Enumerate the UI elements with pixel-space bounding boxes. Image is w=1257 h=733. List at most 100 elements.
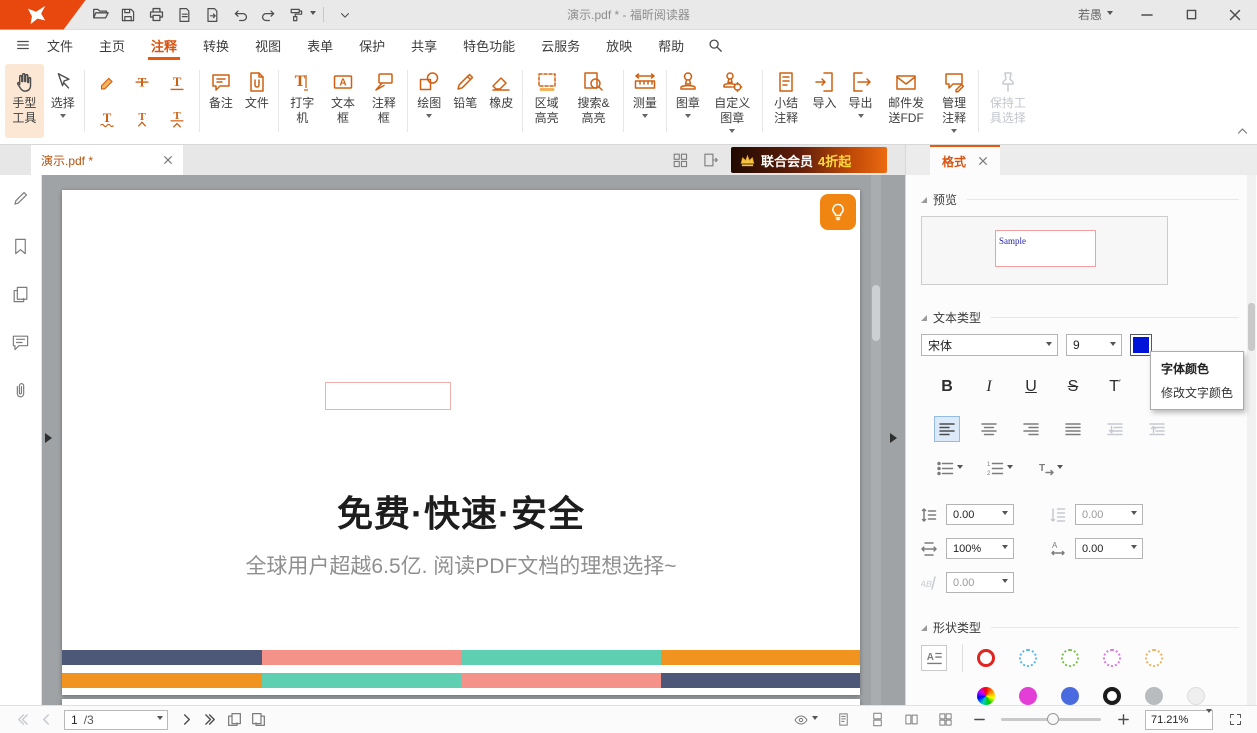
paragraph-spacing-select[interactable]: 0.00: [1075, 504, 1143, 525]
shape-color-blue[interactable]: [1061, 687, 1079, 705]
document-scrollbar-thumb[interactable]: [872, 285, 880, 341]
pages-icon[interactable]: [8, 281, 34, 307]
align-left-button[interactable]: [934, 416, 960, 442]
menu-help[interactable]: 帮助: [645, 30, 697, 60]
previous-view-icon[interactable]: [222, 709, 246, 731]
strikeout-text-icon[interactable]: T: [125, 66, 159, 101]
shape-color-gray[interactable]: [1145, 687, 1163, 705]
toolbar-customize-chevron[interactable]: [331, 2, 359, 28]
highlight-text-icon[interactable]: [90, 66, 124, 101]
pdf-page[interactable]: 免费·快速·安全 全球用户超越6.5亿. 阅读PDF文档的理想选择~: [62, 190, 860, 695]
zoom-in-button[interactable]: [1111, 709, 1135, 731]
shape-color-white[interactable]: [1187, 687, 1205, 705]
color-wheel-button[interactable]: [977, 687, 995, 705]
summarize-comments-button[interactable]: 小结注释: [767, 64, 806, 138]
menu-view[interactable]: 视图: [242, 30, 294, 60]
paragraph-spacing-caret-icon[interactable]: [1126, 505, 1142, 524]
horizontal-scale-caret-icon[interactable]: [997, 539, 1013, 558]
last-page-icon[interactable]: [198, 709, 222, 731]
font-size-select[interactable]: 9: [1066, 334, 1122, 356]
zoom-level-select[interactable]: 71.21%: [1145, 710, 1213, 730]
text-skew-caret-icon[interactable]: [997, 573, 1013, 592]
font-color-button[interactable]: [1130, 334, 1152, 356]
continuous-view-icon[interactable]: [865, 709, 889, 731]
replace-text-icon[interactable]: T: [160, 102, 194, 137]
close-button[interactable]: [1213, 0, 1257, 29]
drawing-button[interactable]: 绘图: [412, 64, 446, 138]
zoom-slider[interactable]: [1001, 718, 1101, 721]
print-icon[interactable]: [142, 2, 170, 28]
italic-button[interactable]: I: [976, 374, 1002, 400]
shape-color-magenta[interactable]: [1019, 687, 1037, 705]
next-page-icon[interactable]: [174, 709, 198, 731]
lightbulb-button[interactable]: [820, 194, 856, 230]
menu-protect[interactable]: 保护: [346, 30, 398, 60]
align-right-button[interactable]: [1018, 416, 1044, 442]
document-viewport[interactable]: 免费·快速·安全 全球用户超越6.5亿. 阅读PDF文档的理想选择~: [42, 175, 905, 705]
format-panel-tab[interactable]: 格式: [930, 145, 1000, 175]
underline-text-icon[interactable]: T: [160, 66, 194, 101]
shape-style-magenta-dotted[interactable]: [1103, 649, 1121, 667]
search-icon[interactable]: [697, 30, 733, 60]
font-size-caret-icon[interactable]: [1105, 335, 1121, 355]
import-comments-button[interactable]: 导入: [808, 64, 842, 138]
annotate-pencil-icon[interactable]: [8, 185, 34, 211]
font-family-select[interactable]: 宋体: [921, 334, 1058, 356]
text-annotation-style-button[interactable]: A: [921, 645, 947, 671]
indent-decrease-icon[interactable]: [1102, 416, 1128, 442]
textbox-annotation[interactable]: [325, 382, 451, 410]
zoom-slider-thumb[interactable]: [1047, 713, 1059, 725]
textbox-button[interactable]: A 文本框: [324, 64, 363, 138]
menu-cloud[interactable]: 云服务: [528, 30, 593, 60]
numbered-list-button[interactable]: 12: [981, 456, 1019, 480]
hamburger-menu-icon[interactable]: [8, 30, 34, 60]
tab-switch-icon[interactable]: [695, 145, 725, 175]
underline-button[interactable]: U: [1018, 374, 1044, 400]
format-painter-icon[interactable]: [282, 2, 310, 28]
share-document-icon[interactable]: [198, 2, 226, 28]
bullet-list-button[interactable]: [931, 456, 969, 480]
text-type-section-header[interactable]: 文本类型: [921, 309, 1239, 326]
tab-grid-view-icon[interactable]: [665, 145, 695, 175]
measure-button[interactable]: 测量: [628, 64, 662, 138]
format-tab-close-icon[interactable]: [978, 156, 988, 166]
facing-pages-view-icon[interactable]: [899, 709, 923, 731]
insert-text-icon[interactable]: T: [125, 102, 159, 137]
menu-home[interactable]: 主页: [86, 30, 138, 60]
grid-view-icon[interactable]: [933, 709, 957, 731]
menu-comment[interactable]: 注释: [138, 30, 190, 60]
char-spacing-select[interactable]: 0.00: [1075, 538, 1143, 559]
left-panel-expand-arrow[interactable]: [45, 433, 57, 443]
page-number-select[interactable]: 1 /3: [64, 710, 168, 730]
open-file-icon[interactable]: [86, 2, 114, 28]
superscript-button[interactable]: T′: [1102, 374, 1128, 400]
select-tool-button[interactable]: 选择: [46, 64, 80, 138]
hand-tool-button[interactable]: 手型工具: [5, 64, 44, 138]
stamp-button[interactable]: 图章: [671, 64, 705, 138]
comments-list-icon[interactable]: [8, 329, 34, 355]
align-justify-button[interactable]: [1060, 416, 1086, 442]
line-spacing-caret-icon[interactable]: [997, 505, 1013, 524]
char-spacing-caret-icon[interactable]: [1126, 539, 1142, 558]
first-page-icon[interactable]: [10, 709, 34, 731]
fullscreen-icon[interactable]: [1223, 709, 1247, 731]
menu-share[interactable]: 共享: [398, 30, 450, 60]
preview-section-header[interactable]: 预览: [921, 191, 1239, 208]
panel-scrollbar[interactable]: [1247, 175, 1256, 705]
keep-tool-selected-button[interactable]: 保持工具选择: [983, 64, 1034, 138]
strikethrough-button[interactable]: S: [1060, 374, 1086, 400]
panel-scrollbar-thumb[interactable]: [1248, 303, 1255, 351]
menu-form[interactable]: 表单: [294, 30, 346, 60]
minimize-button[interactable]: [1125, 0, 1169, 29]
foxit-logo[interactable]: [0, 0, 86, 30]
text-skew-select[interactable]: 0.00: [946, 572, 1014, 593]
search-highlight-button[interactable]: 搜索&高亮: [568, 64, 619, 138]
shape-style-green-dotted[interactable]: [1061, 649, 1079, 667]
bookmark-icon[interactable]: [8, 233, 34, 259]
undo-icon[interactable]: [226, 2, 254, 28]
note-comment-button[interactable]: 备注: [204, 64, 238, 138]
eraser-button[interactable]: 橡皮: [484, 64, 518, 138]
format-painter-caret[interactable]: [310, 11, 316, 18]
font-family-caret-icon[interactable]: [1041, 335, 1057, 355]
manage-comments-button[interactable]: 管理注释: [935, 64, 974, 138]
